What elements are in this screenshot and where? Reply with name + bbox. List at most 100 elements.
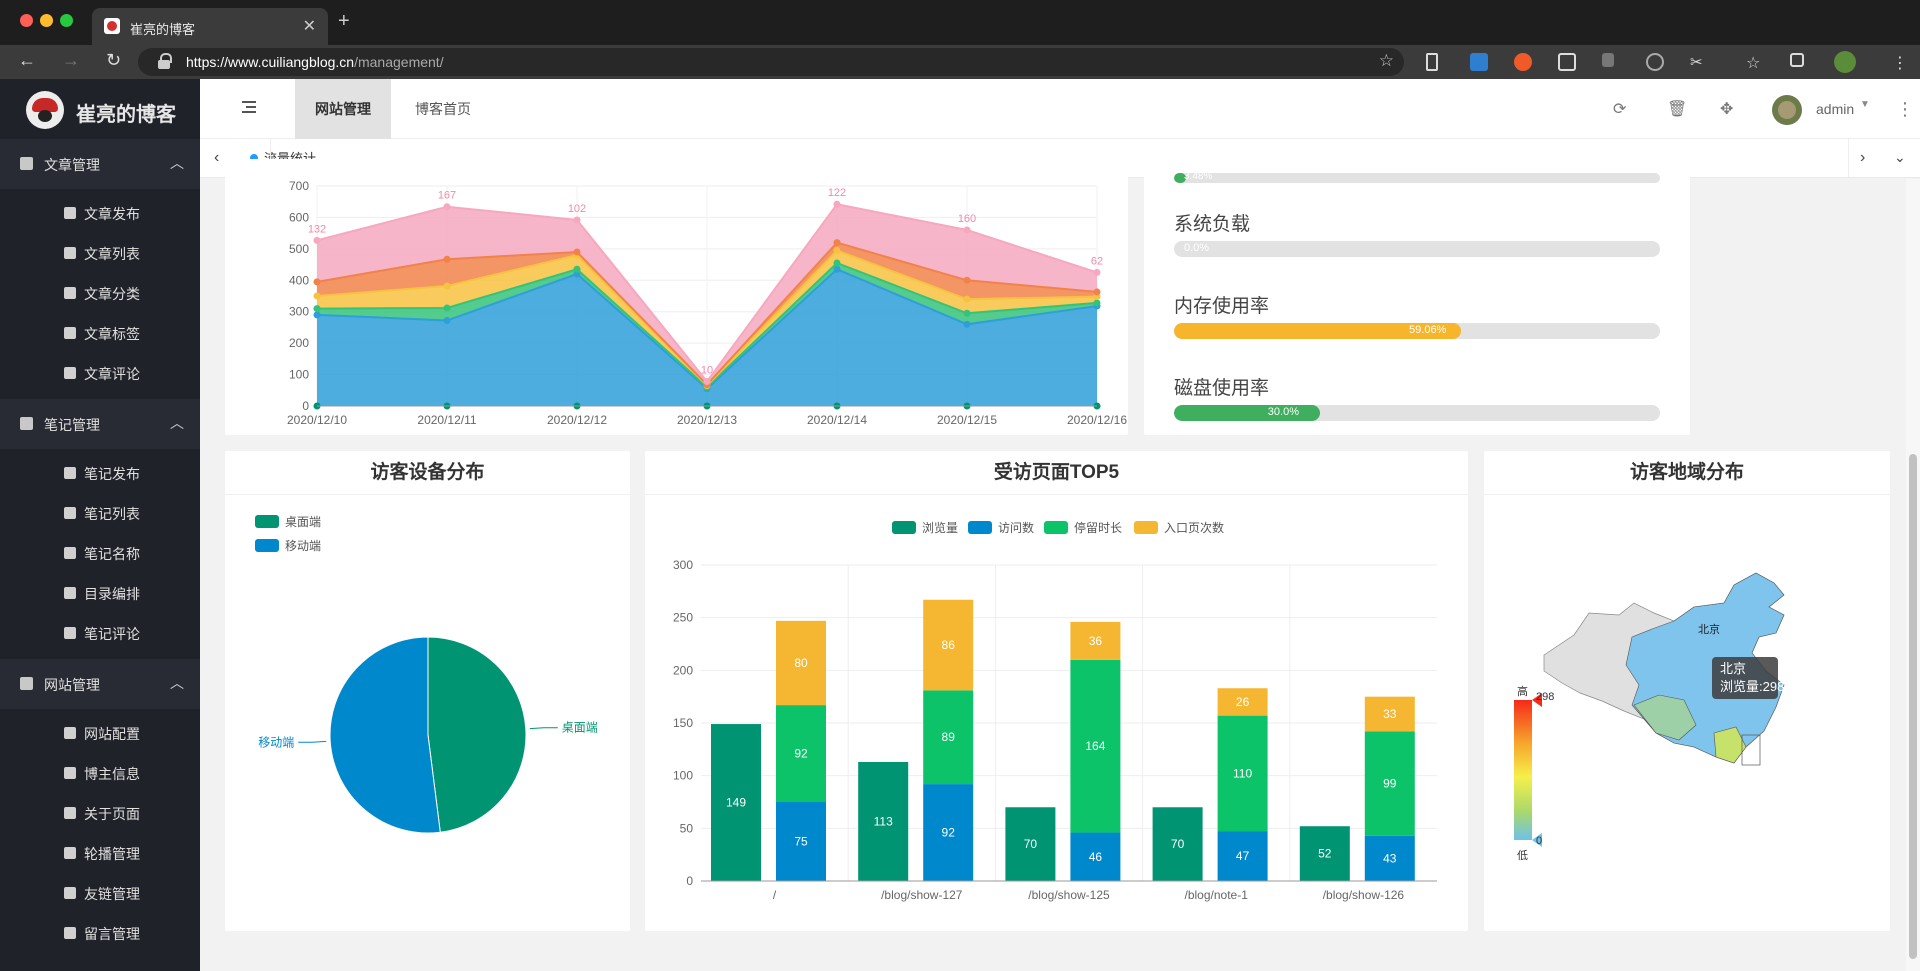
extension-s-icon[interactable] (1470, 53, 1488, 71)
data-label: 132 (308, 223, 326, 235)
data-point (573, 216, 581, 224)
sidebar-item[interactable]: 轮播管理 (0, 833, 200, 873)
sidebar-item[interactable]: 文章评论 (0, 353, 200, 393)
system-metric-label: 磁盘使用率 (1174, 378, 1270, 399)
sidebar-item[interactable]: 友链管理 (0, 873, 200, 913)
logo[interactable]: 崔亮的博客 (0, 79, 200, 139)
bar-value-label: 92 (794, 747, 808, 761)
sidebar-item[interactable]: 文章分类 (0, 273, 200, 313)
refresh-icon[interactable]: ⟳ (1613, 99, 1626, 119)
legend-label: 访问数 (998, 520, 1034, 535)
chevron-down-icon[interactable]: ▼ (1860, 99, 1870, 110)
sidebar-item[interactable]: 网站配置 (0, 713, 200, 753)
group-icon (20, 417, 33, 430)
cpu-usage-bar: 3.48% (1174, 173, 1660, 183)
sidebar-item[interactable]: 笔记名称 (0, 533, 200, 573)
pie-label: 移动端 (258, 735, 294, 749)
reload-icon[interactable]: ↻ (106, 50, 121, 71)
sidebar-item[interactable]: 文章标签 (0, 313, 200, 353)
download-icon[interactable] (1602, 53, 1614, 67)
system-metric-label: 内存使用率 (1174, 296, 1270, 317)
tab-dropdown-icon[interactable]: ⌄ (1894, 149, 1906, 166)
visual-map-gradient (1514, 700, 1532, 840)
menu-item-icon (64, 627, 76, 639)
menu-item-icon (64, 927, 76, 939)
page-scrollbar[interactable] (1906, 179, 1920, 971)
minimize-window-icon[interactable] (40, 14, 53, 27)
sidebar-item[interactable]: 文章发布 (0, 193, 200, 233)
data-point (1093, 288, 1101, 296)
bar-value-label: 92 (942, 826, 956, 840)
tab-scroll-left-icon[interactable]: ‹ (214, 149, 219, 167)
reading-list-icon[interactable] (1426, 53, 1438, 71)
profile-avatar[interactable] (1834, 51, 1856, 73)
collections-icon[interactable] (1790, 53, 1804, 67)
browser-tab[interactable]: 崔亮的博客 ✕ (92, 8, 328, 45)
tab-blog-home[interactable]: 博客首页 (395, 79, 491, 139)
trash-icon[interactable]: 🗑 (1667, 99, 1687, 119)
x-tick-label: 2020/12/16 (1067, 413, 1127, 427)
extension-infinity-icon[interactable] (1514, 53, 1532, 71)
data-point (833, 239, 841, 247)
sidebar-item-label: 文章评论 (84, 366, 140, 382)
back-icon[interactable]: ← (18, 50, 36, 71)
tab-website-management[interactable]: 网站管理 (295, 79, 391, 139)
maximize-window-icon[interactable] (60, 14, 73, 27)
x-tick-label: 2020/12/15 (937, 413, 997, 427)
app-root: 崔亮的博客 文章管理 ︿ 文章发布文章列表文章分类 文章标签文章评论笔记管理 ︿ 笔记发布… (0, 79, 1920, 971)
sidebar-group-0[interactable]: 文章管理 ︿ (0, 139, 200, 189)
extension-face-icon[interactable] (1558, 53, 1576, 71)
more-options-icon[interactable]: ⋮ (1892, 53, 1910, 72)
legend-swatch (892, 521, 916, 534)
bar-value-label: 36 (1089, 634, 1103, 648)
collapse-menu-icon[interactable] (242, 99, 258, 115)
data-point (833, 200, 841, 208)
content-area: 0 100 200 300 400 500 600 700 2020/12/10 2020/12/… (200, 159, 1920, 971)
x-tick-label: 2020/12/11 (417, 413, 476, 427)
sidebar-item[interactable]: 关于页面 (0, 793, 200, 833)
close-tab-icon[interactable]: ✕ (303, 16, 316, 36)
chevron-up-icon: ︿ (170, 675, 184, 691)
close-window-icon[interactable] (20, 14, 33, 27)
data-point (313, 278, 321, 286)
sync-icon[interactable] (1646, 53, 1664, 71)
bar-value-label: 26 (1236, 695, 1250, 709)
map-tooltip-value: 浏览量:298 (1720, 679, 1784, 694)
sidebar-group-2[interactable]: 网站管理 ︿ (0, 659, 200, 709)
data-label: 62 (1091, 255, 1103, 267)
top5-chart-title: 受访页面TOP5 (645, 451, 1468, 495)
group-icon (20, 157, 33, 170)
sidebar-item-label: 轮播管理 (84, 846, 140, 862)
sidebar-item[interactable]: 笔记评论 (0, 613, 200, 653)
forward-icon[interactable]: → (62, 50, 80, 71)
sidebar-item[interactable]: 笔记列表 (0, 493, 200, 533)
sidebar-item[interactable]: 目录编排 (0, 573, 200, 613)
favorites-icon[interactable]: ☆ (1746, 53, 1764, 72)
address-bar[interactable]: https://www.cuiliangblog.cn/management/ … (138, 48, 1404, 76)
pie-label: 桌面端 (562, 721, 598, 735)
fullscreen-move-icon[interactable]: ✥ (1720, 99, 1733, 119)
y-tick-label: 0 (686, 874, 693, 888)
sidebar-group-1[interactable]: 笔记管理 ︿ (0, 399, 200, 449)
tab-scroll-right-icon[interactable]: › (1860, 149, 1865, 167)
cut-icon[interactable]: ✂ (1690, 53, 1708, 71)
sidebar-item[interactable]: 笔记发布 (0, 453, 200, 493)
y-tick-label: 200 (673, 663, 693, 677)
new-tab-icon[interactable]: + (338, 10, 350, 33)
y-tick-label: 0 (302, 399, 309, 413)
bar-value-label: 113 (874, 814, 893, 828)
map-region-label: 北京 (1698, 622, 1720, 636)
sidebar-item[interactable]: 文章列表 (0, 233, 200, 273)
legend-swatch (255, 515, 279, 528)
user-name[interactable]: admin (1816, 101, 1854, 117)
avatar[interactable] (1772, 95, 1802, 125)
sidebar-item-label: 文章列表 (84, 246, 140, 262)
sidebar-item[interactable]: 留言管理 (0, 913, 200, 953)
more-vertical-icon[interactable]: ⋮ (1896, 99, 1914, 120)
data-point (1093, 299, 1101, 307)
bookmark-star-icon[interactable]: ☆ (1379, 51, 1394, 71)
sidebar-item[interactable]: 博主信息 (0, 753, 200, 793)
x-tick-label: 2020/12/10 (287, 413, 347, 427)
menu-item-icon (64, 767, 76, 779)
legend-label: 入口页次数 (1164, 520, 1224, 535)
